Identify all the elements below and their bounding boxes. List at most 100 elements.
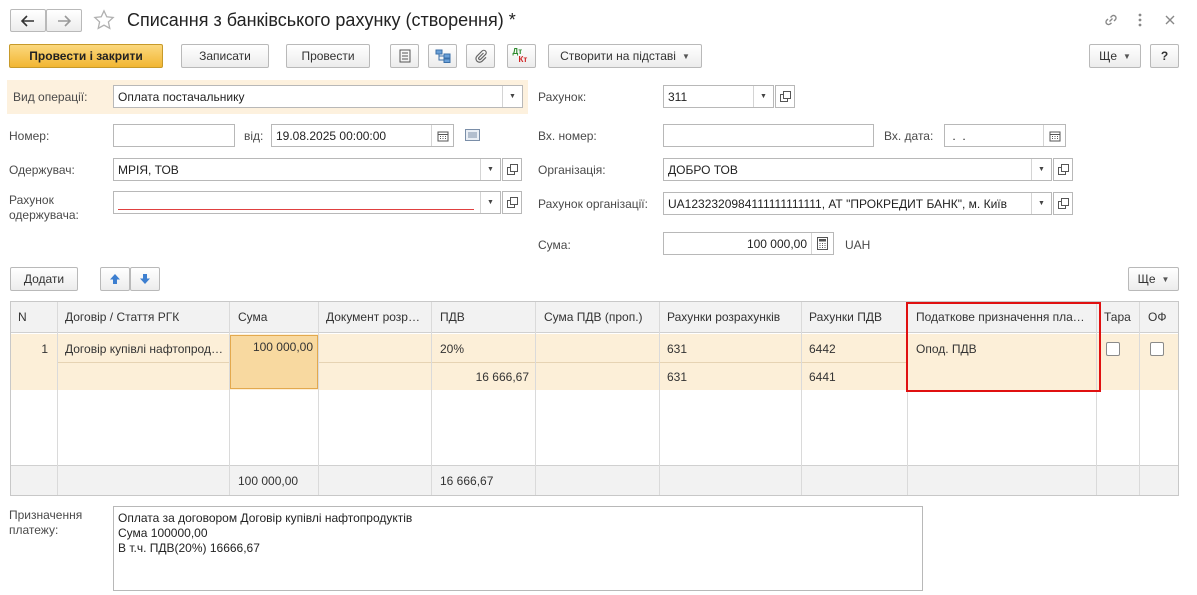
recipient-account-open-button[interactable] [502, 191, 522, 214]
post-button[interactable]: Провести [286, 44, 370, 68]
cell-n: 1 [41, 342, 48, 356]
list-icon [399, 49, 410, 63]
cell-vat-account-1[interactable]: 6442 [809, 342, 899, 356]
calendar-icon[interactable] [431, 125, 453, 146]
more-label: Ще [1099, 49, 1117, 63]
save-button[interactable]: Записати [181, 44, 269, 68]
recipient-select[interactable]: МРІЯ, ТОВ ▼ [113, 158, 501, 181]
recipient-value: МРІЯ, ТОВ [118, 162, 179, 177]
column-header-vat-accounts[interactable]: Рахунки ПДВ [809, 310, 904, 324]
column-header-of[interactable]: ОФ [1148, 310, 1178, 324]
move-down-button[interactable] [130, 267, 160, 291]
column-header-vat[interactable]: ПДВ [440, 310, 530, 324]
chevron-down-icon: ▼ [1161, 274, 1170, 284]
chevron-down-icon[interactable]: ▼ [1031, 159, 1051, 180]
in-date-label: Вх. дата: [884, 129, 934, 143]
chevron-down-icon: ▼ [681, 51, 690, 61]
open-icon [506, 164, 518, 175]
chevron-down-icon[interactable]: ▼ [480, 192, 500, 213]
op-type-select[interactable]: Оплата постачальнику ▼ [113, 85, 523, 108]
purpose-label: Призначення платежу: [9, 508, 83, 537]
table-footer [11, 465, 1178, 495]
post-and-close-button[interactable]: Провести і закрити [9, 44, 163, 68]
number-label: Номер: [9, 129, 50, 143]
currency-label: UAH [845, 238, 871, 252]
create-based-on-button[interactable]: Створити на підставі ▼ [548, 44, 702, 68]
of-checkbox[interactable] [1150, 342, 1164, 356]
column-header-sum[interactable]: Сума [238, 310, 316, 324]
account-label: Рахунок: [538, 90, 587, 104]
open-icon [1057, 164, 1069, 175]
recipient-account-select[interactable]: ▼ [113, 191, 501, 214]
table-more-label: Ще [1137, 272, 1156, 286]
arrow-up-icon [110, 274, 120, 284]
org-account-select[interactable]: UA1232320984111111111111, АТ "ПРОКРЕДИТ … [663, 192, 1052, 215]
open-icon [1057, 198, 1069, 209]
org-open-button[interactable] [1053, 158, 1073, 181]
org-account-open-button[interactable] [1053, 192, 1073, 215]
in-date-input[interactable]: . . [944, 124, 1066, 147]
sum-value: 100 000,00 [746, 236, 807, 251]
table-more-button[interactable]: Ще ▼ [1128, 267, 1179, 291]
chevron-down-icon[interactable]: ▼ [1031, 193, 1051, 214]
add-row-button[interactable]: Додати [10, 267, 78, 291]
back-button[interactable] [10, 9, 46, 32]
link-icon[interactable] [1103, 12, 1119, 31]
in-number-input[interactable] [663, 124, 874, 147]
cell-contract[interactable]: Договір купівлі нафтопродуктів [65, 342, 225, 356]
close-icon[interactable] [1164, 14, 1176, 29]
column-header-document[interactable]: Документ розрахунків [326, 310, 426, 324]
org-value: ДОБРО ТОВ [668, 162, 738, 177]
dt-kt-button[interactable]: Дт Кт [507, 44, 536, 68]
window-title: Списання з банківського рахунку (створен… [127, 10, 516, 30]
org-account-label: Рахунок організації: [538, 197, 648, 211]
tara-checkbox[interactable] [1106, 342, 1120, 356]
date-label: від: [244, 129, 264, 143]
cell-settle-account-1[interactable]: 631 [667, 342, 787, 356]
column-header-n[interactable]: N [18, 310, 54, 324]
cell-vat-account-2[interactable]: 6441 [809, 370, 899, 384]
cell-vat-rate[interactable]: 20% [440, 342, 530, 356]
cell-settle-account-2[interactable]: 631 [667, 370, 787, 384]
sum-label: Сума: [538, 238, 571, 252]
favorite-star-icon[interactable] [93, 9, 115, 34]
chevron-down-icon[interactable]: ▼ [502, 86, 522, 107]
move-up-button[interactable] [100, 267, 130, 291]
number-input[interactable] [113, 124, 235, 147]
column-header-vat-prop[interactable]: Сума ПДВ (проп.) [544, 310, 656, 324]
cell-sum[interactable]: 100 000,00 [233, 340, 313, 354]
highlight-box [906, 302, 1101, 392]
structure-button[interactable] [428, 44, 457, 68]
date-value: 19.08.2025 00:00:00 [276, 128, 387, 143]
more-button[interactable]: Ще ▼ [1089, 44, 1141, 68]
column-header-settle-accounts[interactable]: Рахунки розрахунків [667, 310, 798, 324]
more-vertical-icon[interactable] [1137, 12, 1143, 31]
forward-button[interactable] [46, 9, 82, 32]
kt-label: Кт [518, 55, 528, 64]
create-based-on-label: Створити на підставі [560, 49, 676, 63]
account-open-button[interactable] [775, 85, 795, 108]
column-header-tara[interactable]: Тара [1104, 310, 1138, 324]
date-input[interactable]: 19.08.2025 00:00:00 [271, 124, 454, 147]
calendar-icon[interactable] [1043, 125, 1065, 146]
sum-input[interactable]: 100 000,00 [663, 232, 834, 255]
recipient-account-value [118, 196, 474, 210]
purpose-textarea[interactable]: Оплата за договором Договір купівлі нафт… [113, 506, 923, 591]
account-value: 311 [668, 89, 688, 104]
open-icon [779, 91, 791, 102]
number-settings-icon[interactable] [465, 129, 480, 144]
help-button[interactable]: ? [1150, 44, 1179, 68]
attach-button[interactable] [466, 44, 495, 68]
org-select[interactable]: ДОБРО ТОВ ▼ [663, 158, 1052, 181]
recipient-open-button[interactable] [502, 158, 522, 181]
chevron-down-icon[interactable]: ▼ [753, 86, 773, 107]
calculator-icon[interactable] [811, 233, 833, 254]
chevron-down-icon[interactable]: ▼ [480, 159, 500, 180]
dt-kt-icon: Дт Кт [513, 48, 531, 64]
recipient-account-label: Рахунок одержувача: [9, 193, 79, 222]
cell-vat-amount[interactable]: 16 666,67 [436, 370, 529, 384]
column-header-contract[interactable]: Договір / Стаття РГК [65, 310, 225, 324]
account-select[interactable]: 311 ▼ [663, 85, 774, 108]
list-button[interactable] [390, 44, 419, 68]
open-icon [506, 197, 518, 208]
